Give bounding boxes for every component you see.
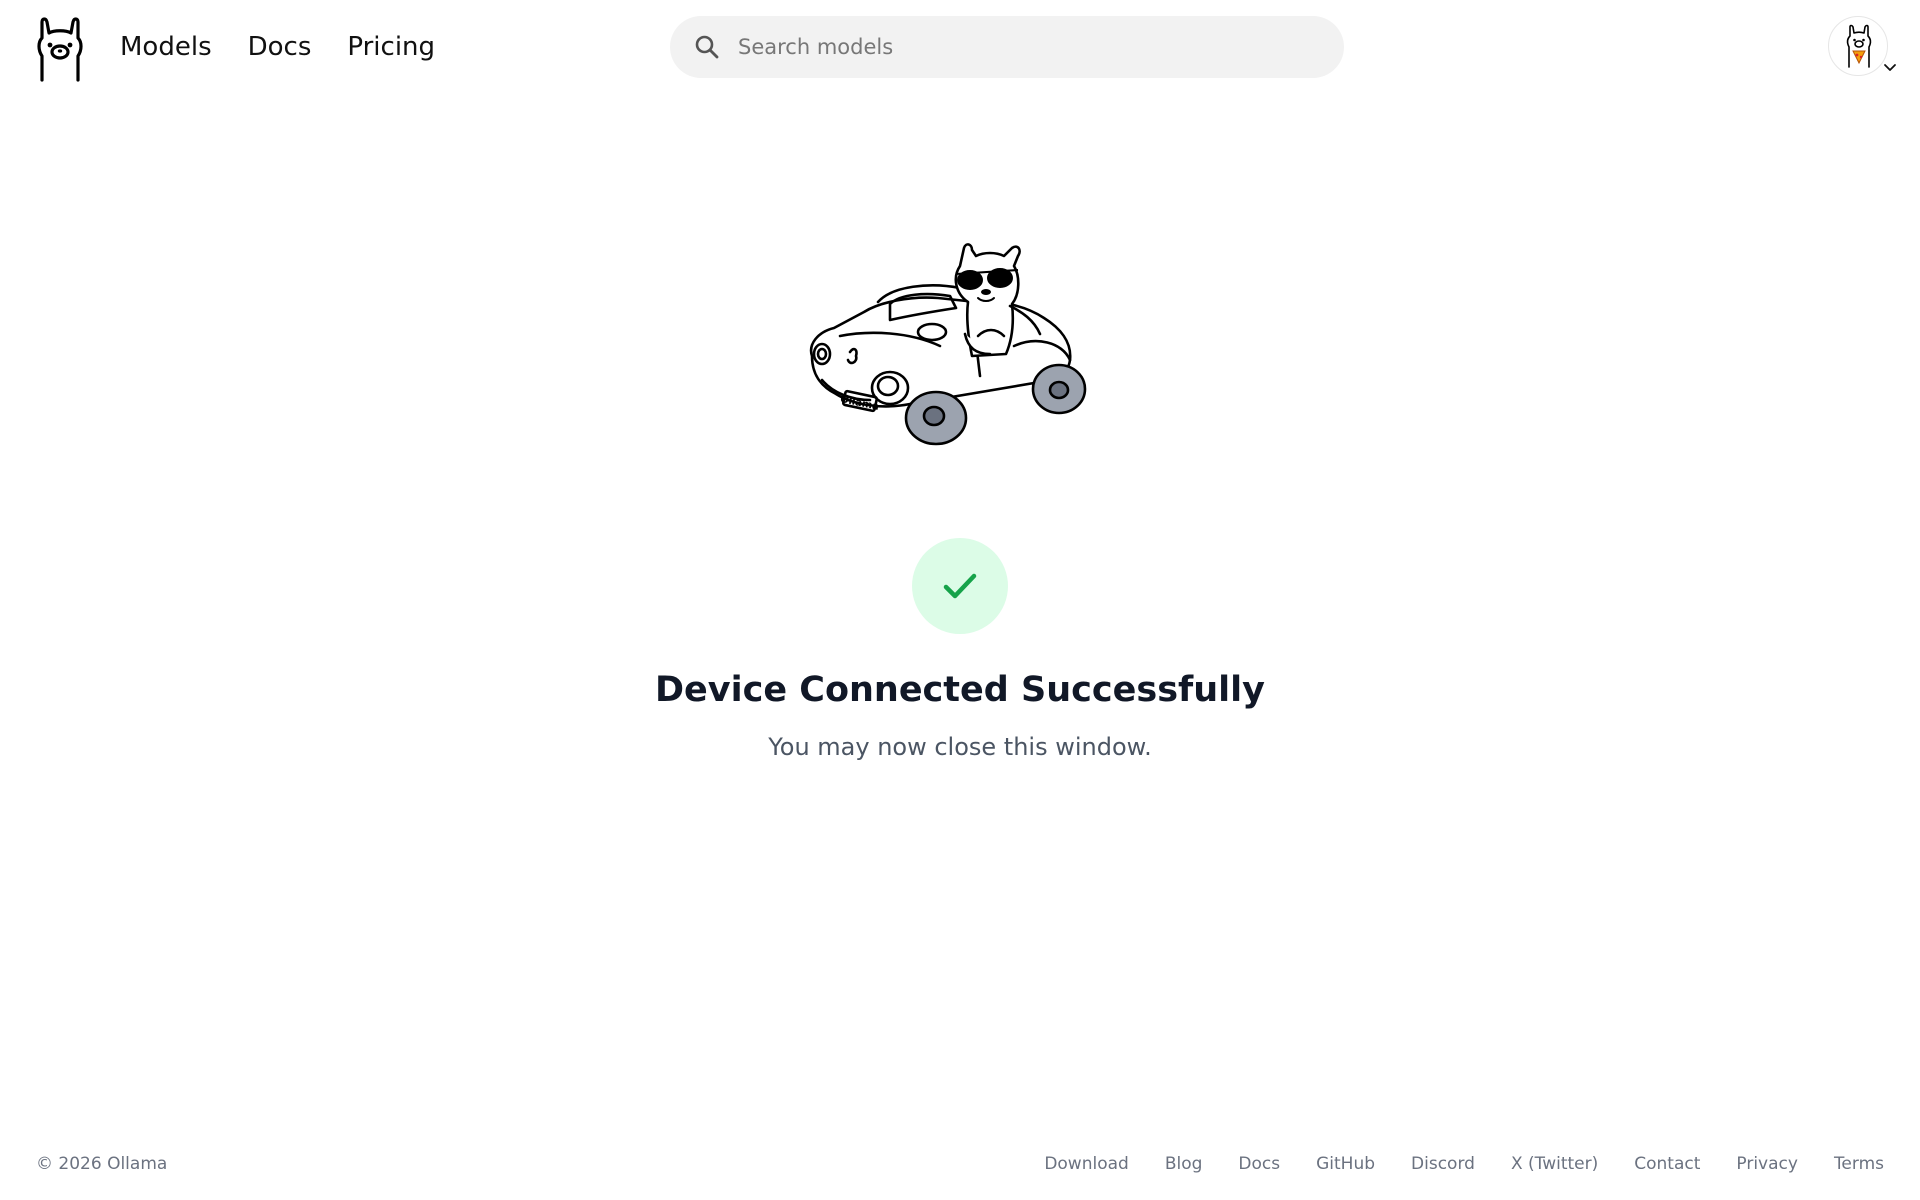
success-badge [912,538,1008,634]
page: Models Docs Pricing Search models Ollama… [0,0,1920,1200]
top-header: Models Docs Pricing [0,0,1920,94]
copyright-text: © 2026 Ollama [36,1154,168,1174]
page-title: Device Connected Successfully [654,670,1265,710]
llama-car-illustration: Ollama [800,236,1100,456]
footer-link-contact[interactable]: Contact [1634,1154,1700,1174]
main-nav: Models Docs Pricing [120,28,435,66]
footer-link-blog[interactable]: Blog [1165,1154,1203,1174]
footer-link-terms[interactable]: Terms [1834,1154,1884,1174]
nav-pricing[interactable]: Pricing [347,28,435,66]
footer-links: Download Blog Docs GitHub Discord X (Twi… [1044,1154,1884,1174]
footer-link-github[interactable]: GitHub [1316,1154,1375,1174]
page-subtitle: You may now close this window. [768,733,1152,761]
footer-link-docs[interactable]: Docs [1238,1154,1280,1174]
check-icon [943,573,977,599]
chevron-down-icon [1884,64,1896,71]
footer-link-twitter[interactable]: X (Twitter) [1511,1154,1598,1174]
ollama-logo[interactable] [34,16,86,82]
llama-logo-icon [37,17,83,82]
search-bar[interactable] [670,16,1344,78]
llama-avatar-icon [1846,24,1872,68]
avatar[interactable] [1828,16,1888,76]
user-menu[interactable] [1828,16,1900,78]
footer-link-download[interactable]: Download [1044,1154,1129,1174]
search-input[interactable] [736,27,1296,67]
nav-docs[interactable]: Docs [248,28,312,66]
footer-link-privacy[interactable]: Privacy [1736,1154,1798,1174]
footer-link-discord[interactable]: Discord [1411,1154,1475,1174]
nav-models[interactable]: Models [120,28,212,66]
search-icon [692,32,722,62]
